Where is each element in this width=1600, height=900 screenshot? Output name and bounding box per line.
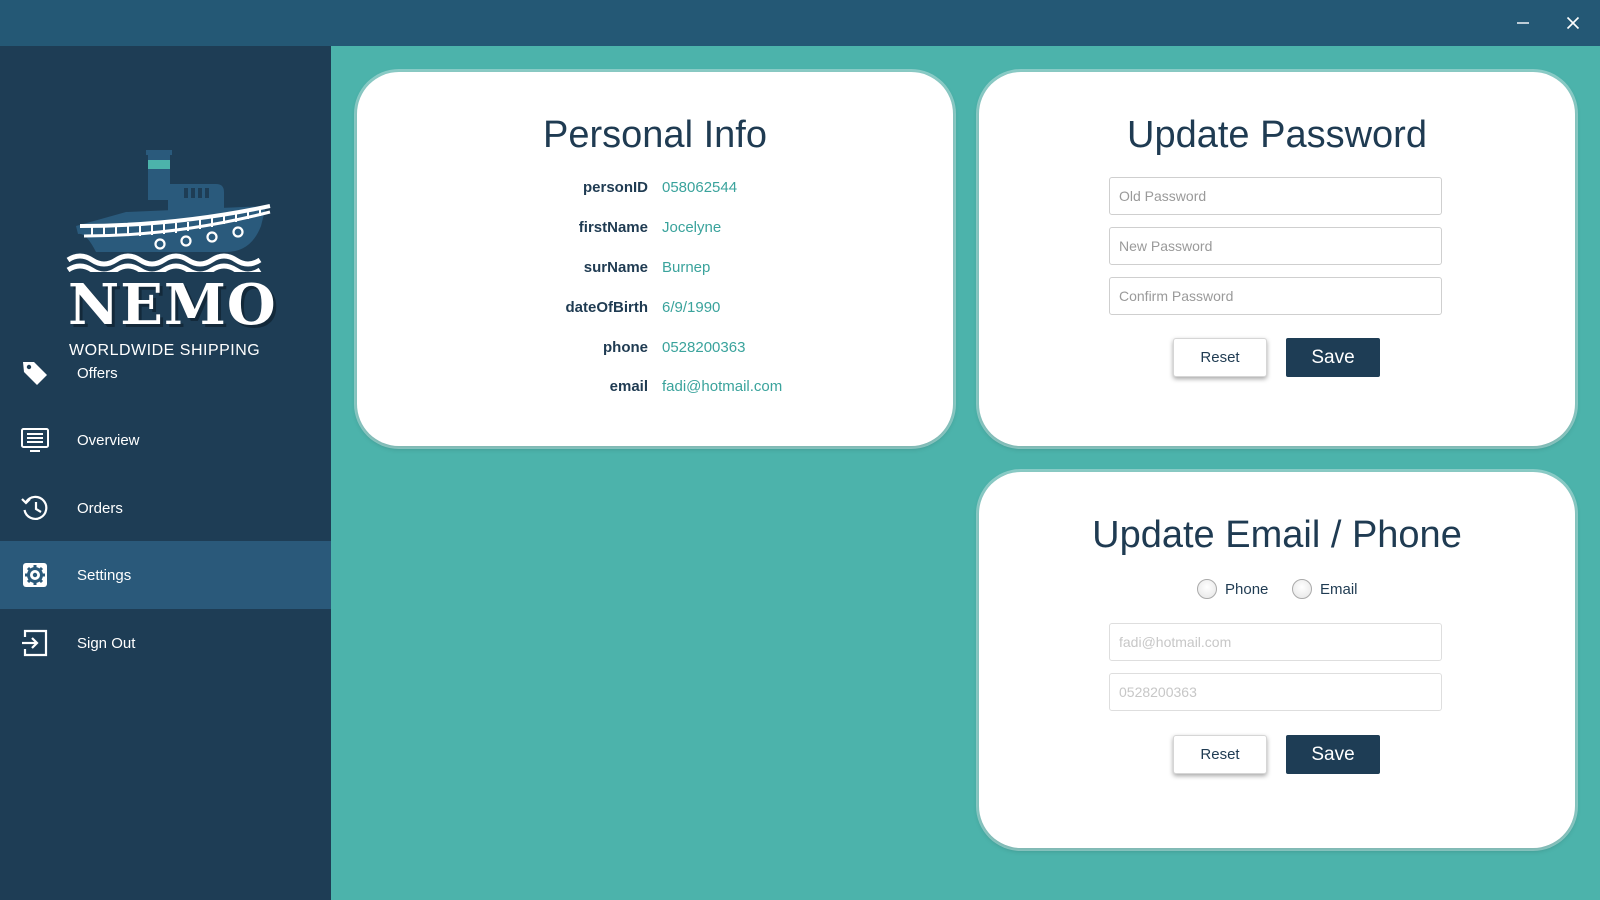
reset-contact-button[interactable]: Reset — [1173, 735, 1267, 774]
info-row: personID 058062544 — [357, 179, 953, 201]
ship-icon — [66, 150, 271, 272]
sidebar-item-sign-out[interactable]: Sign Out — [0, 609, 331, 677]
tag-icon — [23, 362, 47, 385]
info-key: personID — [582, 179, 648, 196]
brand-logo: NEMO WORLDWIDE SHIPPING — [56, 102, 292, 359]
radio-phone[interactable]: Phone — [1197, 579, 1268, 599]
radio-button[interactable] — [1292, 579, 1312, 599]
history-icon — [21, 495, 48, 520]
info-value: Jocelyne — [662, 219, 722, 236]
sidebar-item-offers[interactable]: Offers — [0, 339, 331, 407]
radio-button[interactable] — [1197, 579, 1217, 599]
save-password-button[interactable]: Save — [1286, 338, 1380, 377]
update-contact-card: Update Email / Phone Phone Email Reset S… — [979, 472, 1575, 848]
card-title: Personal Info — [543, 114, 767, 156]
info-row: dateOfBirth 6/9/1990 — [357, 299, 953, 321]
close-icon — [1566, 16, 1580, 30]
sidebar-item-label: Settings — [77, 566, 132, 584]
info-row: surName Burnep — [357, 259, 953, 281]
info-value: 0528200363 — [662, 339, 746, 356]
sidebar-item-label: Orders — [77, 499, 123, 517]
info-key: email — [609, 378, 648, 395]
info-key: firstName — [578, 219, 648, 236]
update-password-card: Update Password Reset Save — [979, 72, 1575, 446]
minimize-icon — [1517, 22, 1529, 24]
personal-info-card: Personal Info personID 058062544 firstNa… — [357, 72, 953, 446]
info-key: dateOfBirth — [565, 299, 649, 316]
sidebar-item-label: Sign Out — [77, 634, 136, 652]
sidebar-item-settings[interactable]: Settings — [0, 541, 331, 609]
sidebar-item-orders[interactable]: Orders — [0, 474, 331, 542]
sidebar-item-label: Offers — [77, 364, 118, 382]
info-value: 6/9/1990 — [662, 299, 721, 316]
info-value: fadi@hotmail.com — [662, 378, 783, 395]
reset-password-button[interactable]: Reset — [1173, 338, 1267, 377]
confirm-password-input[interactable] — [1109, 277, 1442, 315]
info-row: firstName Jocelyne — [357, 219, 953, 241]
sidebar-item-label: Overview — [77, 431, 140, 449]
brand-name: NEMO — [68, 272, 277, 338]
list-icon — [21, 428, 49, 452]
info-row: phone 0528200363 — [357, 339, 953, 361]
sidebar: NEMO WORLDWIDE SHIPPING Offers Overview … — [0, 46, 331, 900]
info-value: Burnep — [662, 259, 711, 276]
save-contact-button[interactable]: Save — [1286, 735, 1380, 774]
title-bar — [0, 0, 1600, 46]
radio-label: Email — [1320, 580, 1358, 598]
info-key: surName — [583, 259, 648, 276]
gear-icon — [23, 563, 47, 587]
old-password-input[interactable] — [1109, 177, 1442, 215]
new-password-input[interactable] — [1109, 227, 1442, 265]
sign-out-icon — [22, 629, 48, 657]
card-title: Update Email / Phone — [1092, 514, 1462, 556]
radio-email[interactable]: Email — [1292, 579, 1358, 599]
phone-field[interactable] — [1109, 673, 1442, 711]
sidebar-item-overview[interactable]: Overview — [0, 406, 331, 474]
email-field[interactable] — [1109, 623, 1442, 661]
card-title: Update Password — [1127, 114, 1427, 156]
close-button[interactable] — [1550, 0, 1596, 46]
info-value: 058062544 — [662, 179, 738, 196]
info-row: email fadi@hotmail.com — [357, 378, 953, 400]
minimize-button[interactable] — [1500, 0, 1546, 46]
radio-label: Phone — [1225, 580, 1269, 598]
info-key: phone — [603, 339, 648, 356]
